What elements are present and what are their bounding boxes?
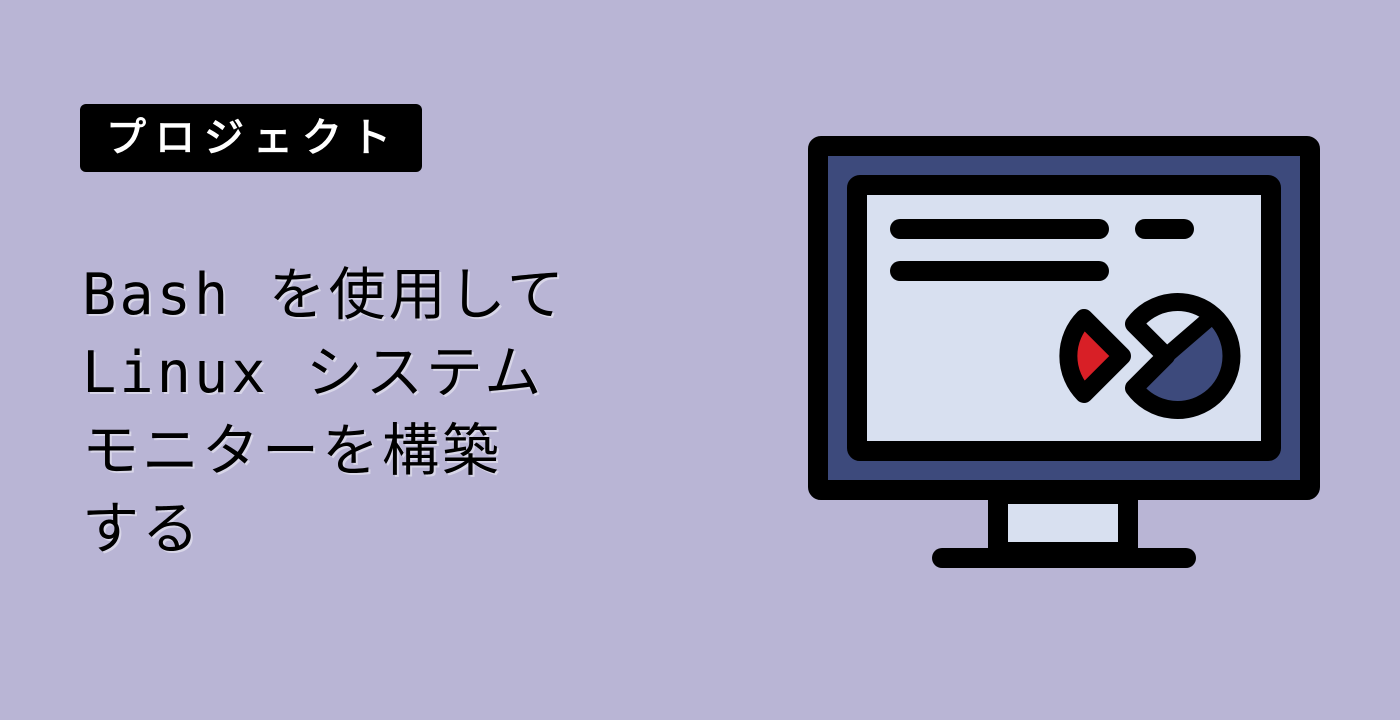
page-title-line-2: Linux システム: [82, 340, 545, 406]
monitor-dashboard-icon: [808, 136, 1320, 568]
category-badge-label: プロジェクト: [106, 115, 400, 161]
page-title: Bash を使用して Linux システム モニターを構築 する: [82, 256, 682, 568]
page-title-line-1: Bash を使用して: [82, 262, 567, 328]
page-title-line-4: する: [82, 496, 202, 562]
monitor-stand: [932, 484, 1196, 568]
category-badge: プロジェクト: [80, 104, 422, 172]
page-title-line-3: モニターを構築: [82, 418, 502, 484]
